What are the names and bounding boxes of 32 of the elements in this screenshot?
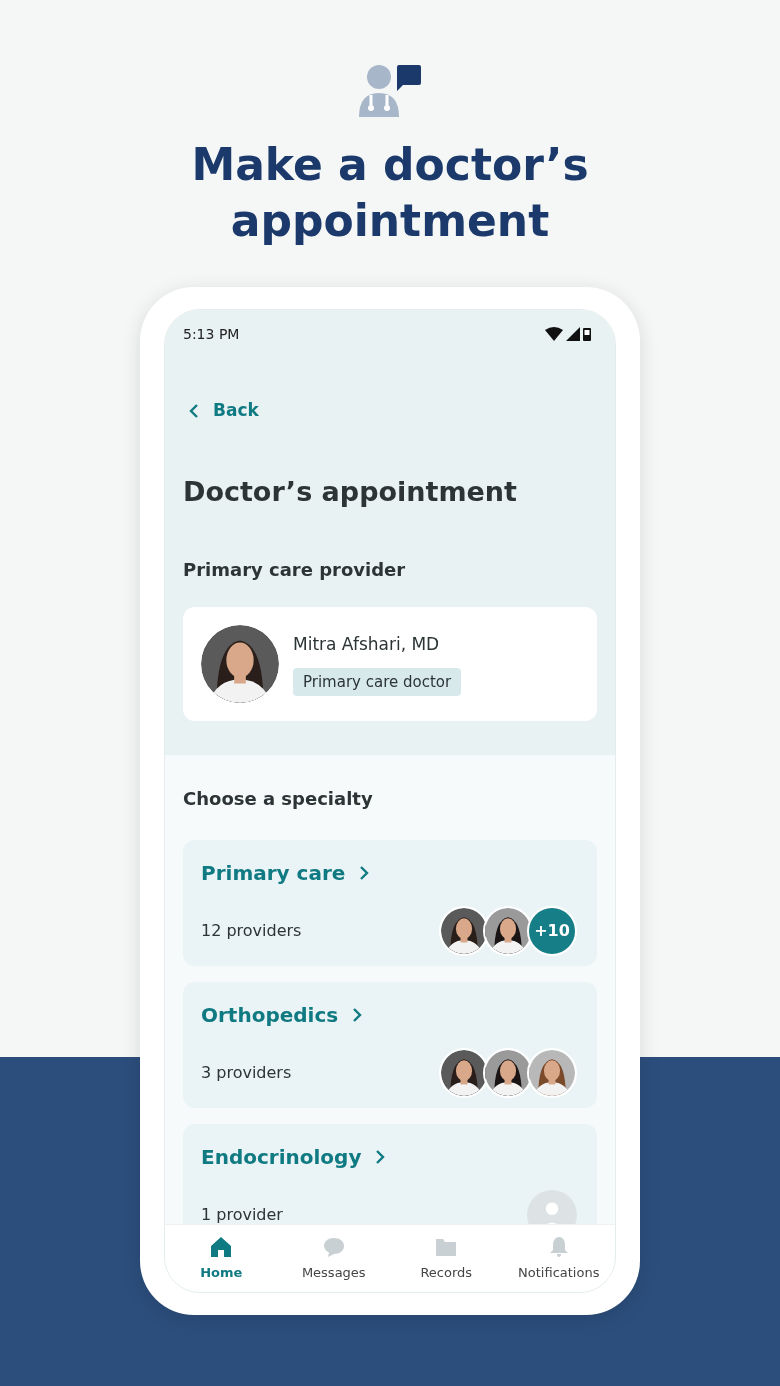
chevron-right-icon	[375, 1149, 386, 1165]
nav-tab[interactable]: Notifications	[502, 1225, 615, 1292]
specialty-card[interactable]: Endocrinology 1 provider	[183, 1124, 597, 1224]
wifi-icon	[545, 327, 563, 341]
page-title: Doctor’s appointment	[183, 474, 518, 509]
section-heading: Choose a specialty	[183, 787, 374, 811]
provider-count: 12 providers	[201, 920, 302, 942]
specialty-card[interactable]: Primary care 12 providers +10	[183, 840, 597, 966]
chevron-right-icon	[352, 1007, 363, 1023]
provider-card[interactable]: Mitra Afshari, MD Primary care doctor	[183, 607, 597, 721]
nav-tab[interactable]: Home	[165, 1225, 278, 1292]
specialty-name: Orthopedics	[201, 1002, 339, 1029]
nav-tab[interactable]: Records	[390, 1225, 503, 1292]
more-providers-badge: +10	[527, 906, 577, 956]
nav-tab[interactable]: Messages	[277, 1225, 390, 1292]
provider-name: Mitra Afshari, MD	[293, 633, 441, 656]
back-chevron-icon	[189, 402, 199, 419]
back-button[interactable]: Back	[189, 398, 259, 424]
role-tag: Primary care doctor	[293, 667, 462, 696]
home-icon	[209, 1234, 234, 1259]
specialty-card[interactable]: Orthopedics 3 providers	[183, 982, 597, 1108]
provider-count: 3 providers	[201, 1062, 292, 1084]
status-time: 5:13 PM	[183, 324, 240, 344]
specialty-name: Primary care	[201, 860, 346, 887]
specialty-name: Endocrinology	[201, 1144, 362, 1171]
battery-icon	[583, 327, 591, 341]
signal-icon	[566, 327, 580, 341]
section-heading: Primary care provider	[183, 558, 407, 582]
provider-count: 1 provider	[201, 1204, 283, 1224]
chevron-right-icon	[359, 865, 370, 881]
headline: Make a doctor’s appointment	[190, 138, 590, 248]
doctor-chat-icon	[357, 63, 423, 117]
